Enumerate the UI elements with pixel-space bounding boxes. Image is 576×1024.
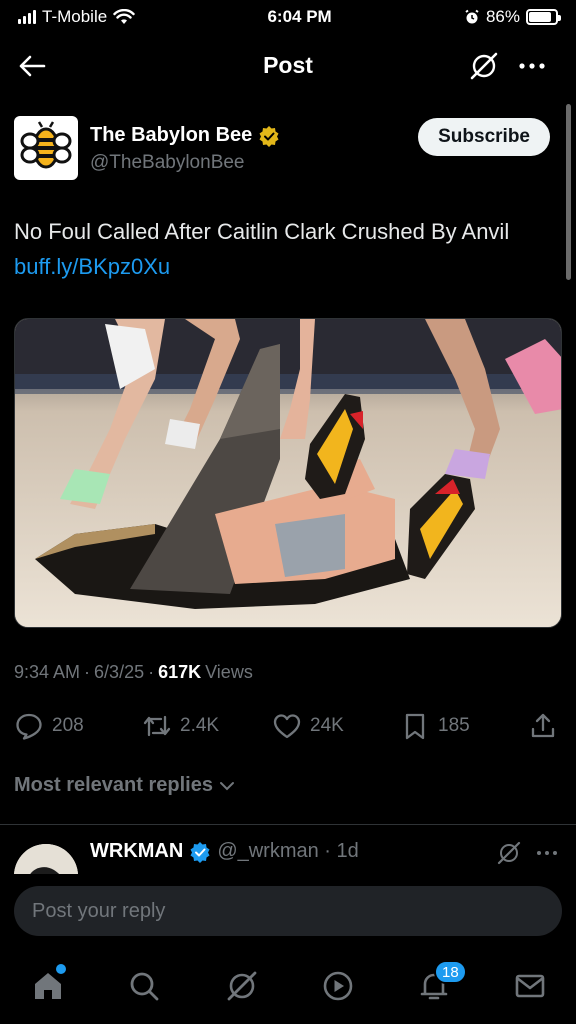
post-time: 9:34 AM [14, 662, 81, 682]
views-label: Views [205, 662, 253, 682]
meta-separator: · [148, 662, 155, 682]
reply-count: 208 [52, 715, 84, 736]
author-name[interactable]: The Babylon Bee [90, 124, 252, 147]
reply-avatar[interactable] [14, 844, 78, 874]
babylon-bee-logo[interactable] [14, 116, 78, 180]
like-button[interactable]: 24K [272, 706, 344, 746]
post-image[interactable] [14, 318, 562, 628]
repost-icon [143, 715, 171, 737]
bee-logo-icon [20, 121, 72, 169]
like-count: 24K [310, 715, 344, 736]
post-body: No Foul Called After Caitlin Clark Crush… [14, 219, 510, 244]
reply-author-name[interactable]: WRKMAN [90, 840, 183, 863]
meta-separator: · [84, 662, 91, 682]
video-icon [323, 971, 353, 1001]
heart-icon [273, 714, 301, 739]
signal-icon [18, 10, 36, 24]
arrow-left-icon[interactable] [16, 50, 48, 82]
alarm-icon [465, 9, 479, 24]
divider [0, 824, 576, 825]
replies-filter-label: Most relevant replies [14, 774, 213, 796]
post-link[interactable]: buff.ly/BKpz0Xu [14, 254, 170, 279]
post-meta: 9:34 AM · 6/3/25 · 617K Views [14, 662, 253, 683]
home-unread-dot [56, 964, 66, 974]
share-icon [531, 713, 555, 738]
replies-filter[interactable]: Most relevant replies [14, 774, 237, 797]
top-bar: Post [0, 34, 576, 96]
more-horizontal-icon[interactable] [534, 840, 560, 866]
share-button[interactable] [528, 706, 558, 746]
reply-icon [16, 713, 42, 740]
home-icon [35, 973, 61, 999]
battery-percent: 86% [485, 7, 520, 26]
bottom-nav: 18 [0, 946, 576, 1024]
search-icon [130, 972, 159, 1001]
more-horizontal-icon[interactable] [516, 50, 548, 82]
carrier-label: T-Mobile [42, 7, 108, 26]
post-date: 6/3/25 [94, 662, 145, 682]
chevron-down-icon [219, 781, 234, 790]
nav-notifications[interactable]: 18 [414, 960, 467, 1006]
reply-input[interactable] [14, 886, 562, 936]
bookmark-button[interactable]: 185 [400, 706, 470, 746]
nav-home[interactable] [28, 964, 68, 1006]
bookmark-count: 185 [438, 715, 470, 736]
nav-search[interactable] [124, 966, 164, 1006]
nav-video[interactable] [318, 966, 358, 1006]
clock: 6:04 PM [267, 7, 332, 26]
views-count[interactable]: 617K [158, 662, 201, 683]
notifications-badge: 18 [434, 960, 467, 984]
post-text: No Foul Called After Caitlin Clark Crush… [14, 214, 544, 284]
grok-icon [227, 971, 257, 1001]
reply-author-handle[interactable]: @_wrkman · 1d [217, 840, 358, 863]
nav-messages[interactable] [510, 966, 550, 1006]
status-bar: T-Mobile 6:04 PM 86% [0, 0, 576, 34]
battery-icon [526, 9, 561, 25]
author-handle[interactable]: @TheBabylonBee [90, 152, 245, 174]
subscribe-button[interactable]: Subscribe [418, 118, 550, 156]
reply-button[interactable]: 208 [14, 706, 84, 746]
verified-badge-icon [190, 841, 210, 863]
reply-item[interactable]: WRKMAN @_wrkman · 1d [0, 826, 576, 874]
scrollbar[interactable] [566, 104, 571, 280]
post-author: The Babylon Bee @TheBabylonBee Subscribe [14, 116, 554, 182]
nav-grok[interactable] [222, 966, 262, 1006]
wifi-icon [113, 9, 135, 24]
basketball-anvil-image [15, 319, 561, 627]
grok-icon[interactable] [496, 840, 522, 866]
post-actions: 208 2.4K 24K 185 [14, 706, 560, 746]
grok-icon[interactable] [468, 50, 500, 82]
repost-button[interactable]: 2.4K [142, 706, 219, 746]
bookmark-icon [405, 713, 425, 740]
messages-icon [515, 974, 545, 998]
page-title: Post [263, 51, 313, 78]
verified-badge-icon [259, 125, 279, 147]
repost-count: 2.4K [180, 715, 220, 736]
